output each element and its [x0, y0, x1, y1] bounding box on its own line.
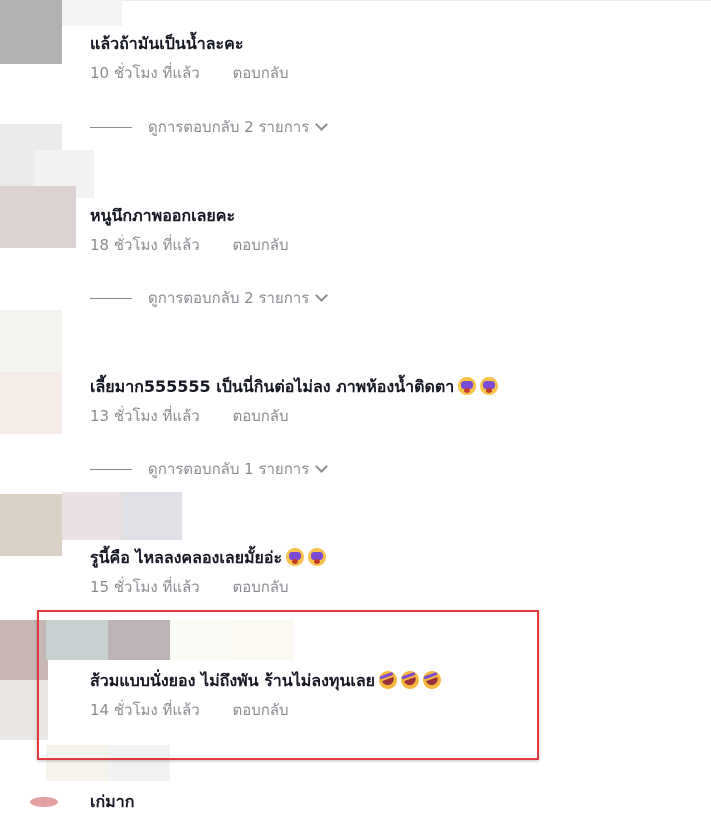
comment-text: หนูนึกภาพออกเลยคะ: [90, 206, 236, 225]
comment-meta: 13 ชั่วโมง ที่แล้ว ตอบกลับ: [90, 406, 690, 426]
comment-text: เก่มาก: [90, 792, 135, 811]
comment-text-row: รูนี้คือ ไหลลงคลองเลยมั้ยอ่ะ: [90, 547, 690, 569]
divider-dash: [90, 469, 132, 470]
crying-emoji-icon: [458, 377, 477, 395]
reply-button[interactable]: ตอบกลับ: [232, 236, 288, 254]
comment-item: เลี้ยมาก555555 เป็นนี่กินต่อไม่ลง ภาพห้อ…: [90, 376, 690, 426]
view-replies-button[interactable]: ดูการตอบกลับ 1 รายการ: [90, 459, 329, 479]
reply-button[interactable]: ตอบกลับ: [232, 64, 288, 82]
highlight-box: [37, 610, 539, 760]
comment-item: รูนี้คือ ไหลลงคลองเลยมั้ยอ่ะ 15 ชั่วโมง …: [90, 547, 690, 597]
divider-dash: [90, 298, 132, 299]
view-replies-button[interactable]: ดูการตอบกลับ 2 รายการ: [90, 288, 329, 308]
comment-meta: 15 ชั่วโมง ที่แล้ว ตอบกลับ: [90, 577, 690, 597]
crying-emoji-icon: [286, 548, 305, 566]
divider-dash: [90, 127, 132, 128]
comment-time: 13 ชั่วโมง ที่แล้ว: [90, 407, 200, 425]
comment-item: เก่มาก: [90, 791, 690, 813]
reply-button[interactable]: ตอบกลับ: [232, 578, 288, 596]
view-replies-label: ดูการตอบกลับ 2 รายการ: [148, 118, 310, 136]
blurred-avatar: [0, 372, 62, 434]
blurred-avatar: [62, 0, 122, 26]
comment-text: รูนี้คือ ไหลลงคลองเลยมั้ยอ่ะ: [90, 548, 283, 567]
comment-text: เลี้ยมาก555555 เป็นนี่กินต่อไม่ลง ภาพห้อ…: [90, 377, 455, 396]
blurred-avatar: [0, 310, 62, 372]
comment-time: 18 ชั่วโมง ที่แล้ว: [90, 236, 200, 254]
view-replies-button[interactable]: ดูการตอบกลับ 2 รายการ: [90, 117, 329, 137]
comment-meta: 10 ชั่วโมง ที่แล้ว ตอบกลับ: [90, 63, 690, 83]
comment-text-row: เลี้ยมาก555555 เป็นนี่กินต่อไม่ลง ภาพห้อ…: [90, 376, 690, 398]
comment-text: แล้วถ้ามันเป็นน้ำละคะ: [90, 34, 244, 53]
lips-emoji-icon: [30, 797, 58, 807]
chevron-down-icon: [315, 460, 329, 473]
crying-emoji-icon: [480, 377, 499, 395]
comment-time: 15 ชั่วโมง ที่แล้ว: [90, 578, 200, 596]
blurred-avatar: [122, 492, 182, 540]
comment-meta: 18 ชั่วโมง ที่แล้ว ตอบกลับ: [90, 235, 690, 255]
blurred-avatar: [0, 186, 76, 248]
view-replies-label: ดูการตอบกลับ 1 รายการ: [148, 460, 310, 478]
view-replies-label: ดูการตอบกลับ 2 รายการ: [148, 289, 310, 307]
crying-emoji-icon: [308, 548, 327, 566]
blurred-avatar: [0, 0, 62, 64]
comment-time: 10 ชั่วโมง ที่แล้ว: [90, 64, 200, 82]
chevron-down-icon: [315, 289, 329, 302]
reply-button[interactable]: ตอบกลับ: [232, 407, 288, 425]
blurred-avatar: [0, 494, 62, 556]
chevron-down-icon: [315, 118, 329, 131]
comment-item: แล้วถ้ามันเป็นน้ำละคะ 10 ชั่วโมง ที่แล้ว…: [90, 33, 690, 83]
comment-item: หนูนึกภาพออกเลยคะ 18 ชั่วโมง ที่แล้ว ตอบ…: [90, 205, 690, 255]
blurred-avatar: [62, 492, 122, 540]
